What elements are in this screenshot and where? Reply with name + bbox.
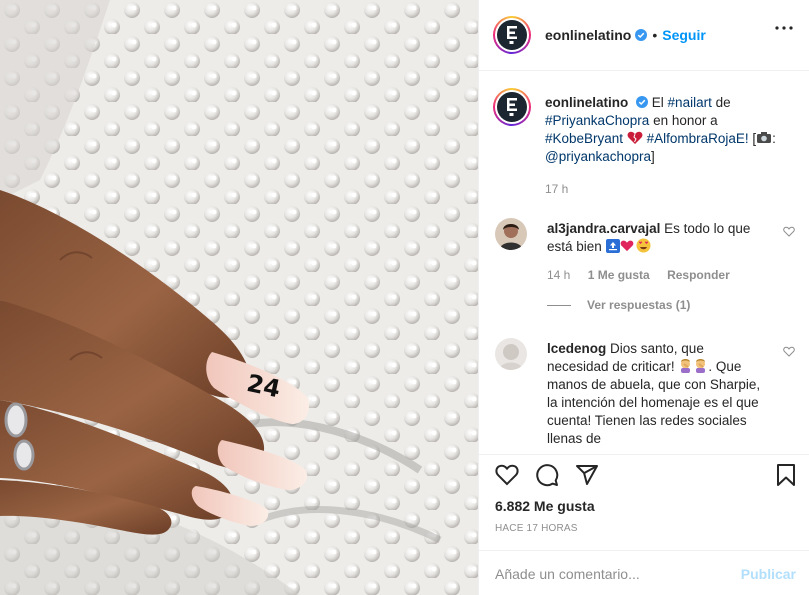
- account-avatar[interactable]: [493, 16, 531, 54]
- post-caption: eonlinelatino El #nailart de #PriyankaCh…: [493, 88, 793, 198]
- caption-text: eonlinelatino El #nailart de #PriyankaCh…: [545, 88, 793, 198]
- broken-heart-icon: [627, 131, 643, 144]
- facepalm-emoji-icon: [681, 359, 691, 373]
- heart-icon[interactable]: [495, 463, 519, 487]
- comment-text: al3jandra.carvajal Es todo lo que está b…: [547, 218, 769, 256]
- view-replies-label: Ver respuestas (1): [587, 298, 691, 312]
- comment-input[interactable]: [495, 565, 741, 582]
- top-arrow-icon: [605, 239, 620, 253]
- avatar-photo: [495, 218, 527, 250]
- like-count[interactable]: 6.882 Me gusta: [495, 498, 595, 514]
- hashtag-link[interactable]: #KobeBryant: [545, 131, 623, 146]
- camera-icon: [757, 132, 772, 143]
- reply-button[interactable]: Responder: [667, 268, 730, 282]
- account-username[interactable]: eonlinelatino: [545, 27, 631, 43]
- heart-emoji-icon: [620, 240, 633, 252]
- caption-fragment: de: [711, 95, 731, 110]
- hashtag-link[interactable]: #PriyankaChopra: [545, 113, 649, 128]
- comment-time: 14 h: [547, 268, 571, 282]
- post-side-panel: eonlinelatino • Seguir eonlinelatino El …: [478, 0, 809, 595]
- commenter-avatar[interactable]: [495, 338, 527, 370]
- action-icons: [495, 463, 599, 487]
- hashtag-link[interactable]: #nailart: [668, 95, 712, 110]
- verified-badge-icon: [635, 29, 648, 41]
- caption-fragment: en honor a: [649, 113, 718, 128]
- e-logo-icon: [507, 98, 517, 116]
- verified-badge-icon: [636, 96, 649, 108]
- comment-like-icon[interactable]: [783, 346, 795, 357]
- comment-item: al3jandra.carvajal Es todo lo que está b…: [495, 218, 795, 312]
- hashtag-link[interactable]: #AlfombraRojaE!: [647, 131, 749, 146]
- comment-meta: 14 h 1 Me gusta Responder: [547, 268, 795, 282]
- comment-username[interactable]: lcedenog: [547, 341, 606, 356]
- comment-likes[interactable]: 1 Me gusta: [588, 268, 650, 282]
- caption-fragment: El: [648, 95, 668, 110]
- share-icon[interactable]: [575, 463, 599, 487]
- replies-divider: [547, 304, 571, 306]
- caption-fragment: [: [748, 131, 757, 146]
- comment-item: lcedenog Dios santo, que necesidad de cr…: [495, 338, 795, 448]
- bookmark-icon[interactable]: [774, 463, 798, 487]
- publish-button[interactable]: Publicar: [741, 566, 796, 582]
- caption-username[interactable]: eonlinelatino: [545, 95, 628, 110]
- post-photo[interactable]: 24: [0, 0, 478, 595]
- post-actions: 6.882 Me gusta HACE 17 HORAS Publicar: [479, 454, 809, 595]
- view-replies-button[interactable]: Ver respuestas (1): [547, 298, 795, 312]
- separator-dot: •: [652, 27, 658, 43]
- e-logo-icon: [507, 26, 517, 44]
- follow-button[interactable]: Seguir: [662, 27, 706, 43]
- comments-section[interactable]: eonlinelatino El #nailart de #PriyankaCh…: [479, 72, 809, 454]
- heart-eyes-emoji-icon: [636, 238, 651, 253]
- photo-image: 24: [0, 0, 478, 595]
- more-icon[interactable]: [775, 26, 793, 30]
- add-comment-bar: Publicar: [479, 550, 809, 595]
- comment-text: lcedenog Dios santo, que necesidad de cr…: [547, 338, 769, 448]
- comment-like-icon[interactable]: [783, 226, 795, 237]
- facepalm-emoji-icon: [696, 359, 706, 373]
- mention-link[interactable]: @priyankachopra: [545, 149, 651, 164]
- comment-username[interactable]: al3jandra.carvajal: [547, 221, 660, 236]
- caption-time: 17 h: [545, 182, 569, 196]
- post-timestamp: HACE 17 HORAS: [495, 523, 578, 534]
- caption-fragment: ]: [651, 149, 655, 164]
- caption-avatar[interactable]: [493, 88, 531, 126]
- commenter-avatar[interactable]: [495, 218, 527, 250]
- comment-icon[interactable]: [535, 463, 559, 487]
- post-header: eonlinelatino • Seguir: [479, 0, 809, 71]
- avatar-photo: [495, 338, 527, 370]
